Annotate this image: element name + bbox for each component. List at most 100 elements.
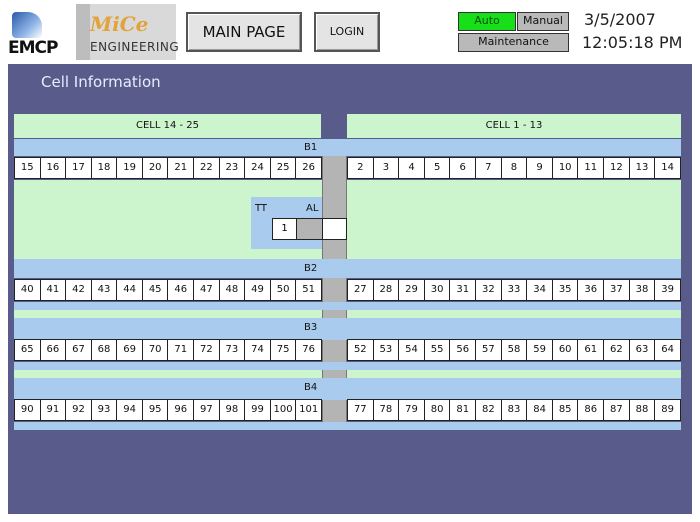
- cell-item[interactable]: 42: [66, 280, 92, 300]
- cell-item[interactable]: 61: [578, 340, 605, 360]
- cell-item[interactable]: 9: [527, 158, 553, 178]
- cell-item[interactable]: 71: [168, 340, 195, 360]
- cell-item[interactable]: 28: [373, 280, 400, 300]
- main-page-button[interactable]: MAIN PAGE: [186, 12, 302, 52]
- cell-item[interactable]: 67: [66, 340, 92, 360]
- cell-item[interactable]: 3: [373, 158, 400, 178]
- cell-item[interactable]: 40: [15, 280, 41, 300]
- cell-item[interactable]: 41: [40, 280, 67, 300]
- cell-item[interactable]: 94: [117, 400, 143, 420]
- cell-item[interactable]: 33: [501, 280, 528, 300]
- cell-item[interactable]: 14: [655, 158, 680, 178]
- cell-item[interactable]: 45: [142, 280, 169, 300]
- cell-item[interactable]: 97: [194, 400, 220, 420]
- cell-item[interactable]: 65: [15, 340, 41, 360]
- cell-item[interactable]: 30: [424, 280, 451, 300]
- cell-item[interactable]: 57: [476, 340, 502, 360]
- cell-item[interactable]: 38: [629, 280, 656, 300]
- cell-item[interactable]: 22: [194, 158, 220, 178]
- cell-item[interactable]: 79: [399, 400, 425, 420]
- cell-item[interactable]: 64: [655, 340, 680, 360]
- cell-item[interactable]: 66: [40, 340, 67, 360]
- auto-mode-button[interactable]: Auto: [458, 12, 516, 31]
- cell-item[interactable]: 70: [142, 340, 169, 360]
- cell-item[interactable]: 16: [40, 158, 67, 178]
- cell-item[interactable]: 59: [527, 340, 553, 360]
- cell-item[interactable]: 12: [604, 158, 630, 178]
- cell-item[interactable]: 26: [296, 158, 321, 178]
- cell-item[interactable]: 50: [270, 280, 297, 300]
- cell-item[interactable]: 10: [552, 158, 579, 178]
- cell-item[interactable]: 76: [296, 340, 321, 360]
- cell-item[interactable]: 54: [399, 340, 425, 360]
- cell-item[interactable]: 8: [501, 158, 528, 178]
- cell-item[interactable]: 21: [168, 158, 195, 178]
- cell-item[interactable]: 95: [142, 400, 169, 420]
- cell-item[interactable]: 92: [66, 400, 92, 420]
- cell-item[interactable]: 73: [219, 340, 246, 360]
- cell-item[interactable]: 55: [424, 340, 451, 360]
- cell-item[interactable]: 17: [66, 158, 92, 178]
- cell-item[interactable]: 99: [245, 400, 271, 420]
- cell-item[interactable]: 36: [578, 280, 605, 300]
- cell-item[interactable]: 77: [348, 400, 374, 420]
- cell-item[interactable]: 20: [142, 158, 169, 178]
- cell-item[interactable]: 48: [219, 280, 246, 300]
- cell-item[interactable]: 53: [373, 340, 400, 360]
- cell-item[interactable]: 74: [245, 340, 271, 360]
- cell-item[interactable]: 81: [450, 400, 477, 420]
- cell-item[interactable]: 6: [450, 158, 477, 178]
- cell-item[interactable]: 62: [604, 340, 630, 360]
- cell-item[interactable]: 60: [552, 340, 579, 360]
- cell-item[interactable]: 63: [629, 340, 656, 360]
- cell-item[interactable]: 39: [655, 280, 680, 300]
- cell-item[interactable]: 93: [91, 400, 118, 420]
- cell-item[interactable]: 25: [270, 158, 297, 178]
- cell-item[interactable]: 98: [219, 400, 246, 420]
- cell-item[interactable]: 4: [399, 158, 425, 178]
- cell-item[interactable]: 52: [348, 340, 374, 360]
- cell-item[interactable]: 58: [501, 340, 528, 360]
- cell-item[interactable]: 89: [655, 400, 680, 420]
- cell-item[interactable]: 15: [15, 158, 41, 178]
- cell-item[interactable]: 24: [245, 158, 271, 178]
- cell-item[interactable]: 46: [168, 280, 195, 300]
- cell-item[interactable]: 80: [424, 400, 451, 420]
- cell-item[interactable]: 69: [117, 340, 143, 360]
- cell-item[interactable]: 13: [629, 158, 656, 178]
- cell-item[interactable]: 83: [501, 400, 528, 420]
- cell-item[interactable]: 88: [629, 400, 656, 420]
- cell-item[interactable]: 91: [40, 400, 67, 420]
- cell-item[interactable]: 43: [91, 280, 118, 300]
- maintenance-mode-button[interactable]: Maintenance: [458, 33, 569, 52]
- cell-item[interactable]: 78: [373, 400, 400, 420]
- cell-item[interactable]: 90: [15, 400, 41, 420]
- cell-item[interactable]: 72: [194, 340, 220, 360]
- cell-item[interactable]: 7: [476, 158, 502, 178]
- cell-item[interactable]: 18: [91, 158, 118, 178]
- cell-item[interactable]: 75: [270, 340, 297, 360]
- cell-item[interactable]: 101: [296, 400, 321, 420]
- cell-item[interactable]: 23: [219, 158, 246, 178]
- cell-item[interactable]: 51: [296, 280, 321, 300]
- cell-item[interactable]: 19: [117, 158, 143, 178]
- manual-mode-button[interactable]: Manual: [517, 12, 569, 31]
- cell-item[interactable]: 31: [450, 280, 477, 300]
- cell-item[interactable]: 2: [348, 158, 374, 178]
- cell-item[interactable]: 29: [399, 280, 425, 300]
- cell-item[interactable]: 11: [578, 158, 605, 178]
- cell-item[interactable]: 5: [424, 158, 451, 178]
- cell-item[interactable]: 87: [604, 400, 630, 420]
- cell-item[interactable]: 85: [552, 400, 579, 420]
- cell-item[interactable]: 68: [91, 340, 118, 360]
- cell-item[interactable]: 32: [476, 280, 502, 300]
- cell-item[interactable]: 47: [194, 280, 220, 300]
- cell-item[interactable]: 84: [527, 400, 553, 420]
- cell-item[interactable]: 100: [270, 400, 297, 420]
- login-button[interactable]: LOGIN: [314, 12, 380, 52]
- cell-item[interactable]: 49: [245, 280, 271, 300]
- cell-item[interactable]: 27: [348, 280, 374, 300]
- cell-item[interactable]: 34: [527, 280, 553, 300]
- cell-item[interactable]: 56: [450, 340, 477, 360]
- cell-item[interactable]: 86: [578, 400, 605, 420]
